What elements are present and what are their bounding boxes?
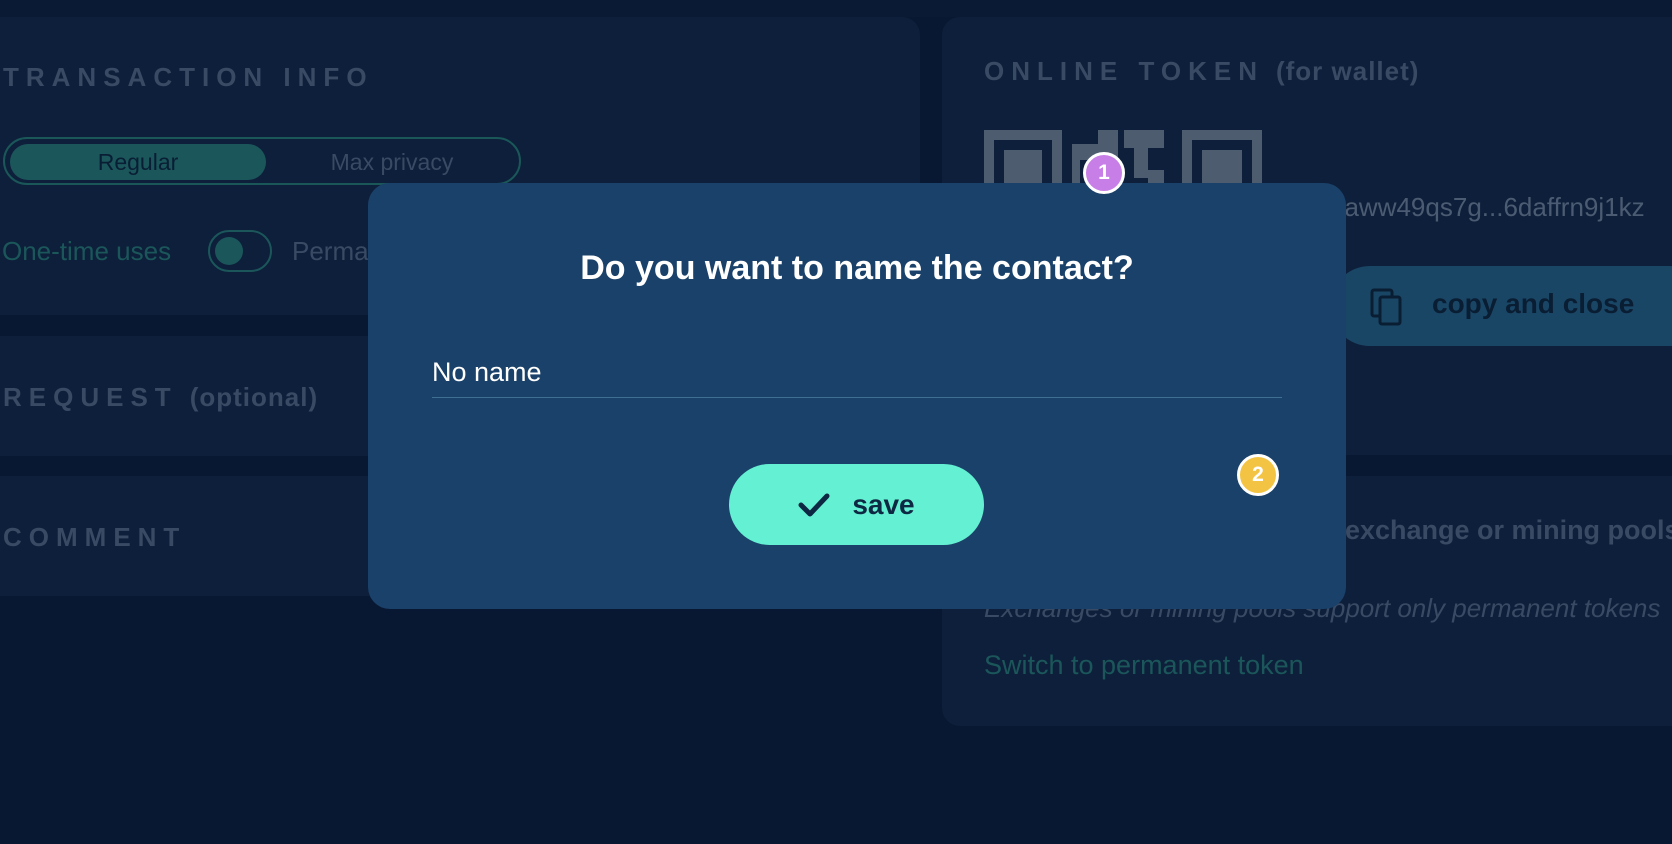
contact-name-input[interactable] <box>432 348 1282 398</box>
save-label: save <box>852 488 915 520</box>
dialog-title: Do you want to name the contact? <box>580 249 1134 287</box>
checkmark-icon <box>798 493 830 516</box>
name-contact-dialog: Do you want to name the contact? save <box>368 183 1346 609</box>
step-marker-1: 1 <box>1083 152 1125 194</box>
save-button[interactable]: save <box>729 464 984 545</box>
step-marker-2: 2 <box>1237 454 1279 496</box>
